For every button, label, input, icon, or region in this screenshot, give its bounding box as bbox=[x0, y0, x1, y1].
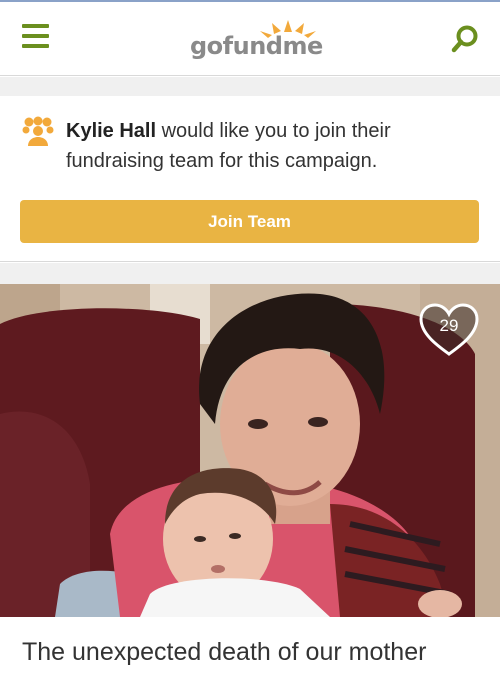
logo-fund: fund bbox=[222, 32, 283, 60]
hamburger-menu-icon[interactable] bbox=[22, 24, 50, 50]
join-team-button[interactable]: Join Team bbox=[20, 200, 479, 243]
search-icon[interactable] bbox=[450, 24, 480, 54]
campaign-title: The unexpected death of our mother bbox=[22, 638, 427, 666]
section-divider bbox=[0, 77, 500, 96]
heart-like-button[interactable]: 29 bbox=[418, 302, 480, 358]
team-icon bbox=[20, 116, 56, 146]
top-nav: gofundme bbox=[0, 2, 500, 76]
logo-me: me bbox=[282, 32, 323, 60]
invite-message: Kylie Hall would like you to join their … bbox=[66, 116, 486, 176]
inviter-name[interactable]: Kylie Hall bbox=[66, 120, 156, 142]
heart-count: 29 bbox=[439, 316, 459, 335]
team-invite-card: Kylie Hall would like you to join their … bbox=[0, 96, 500, 262]
logo-go: go bbox=[190, 32, 223, 60]
section-divider bbox=[0, 263, 500, 284]
gofundme-logo[interactable]: gofundme bbox=[188, 16, 338, 64]
